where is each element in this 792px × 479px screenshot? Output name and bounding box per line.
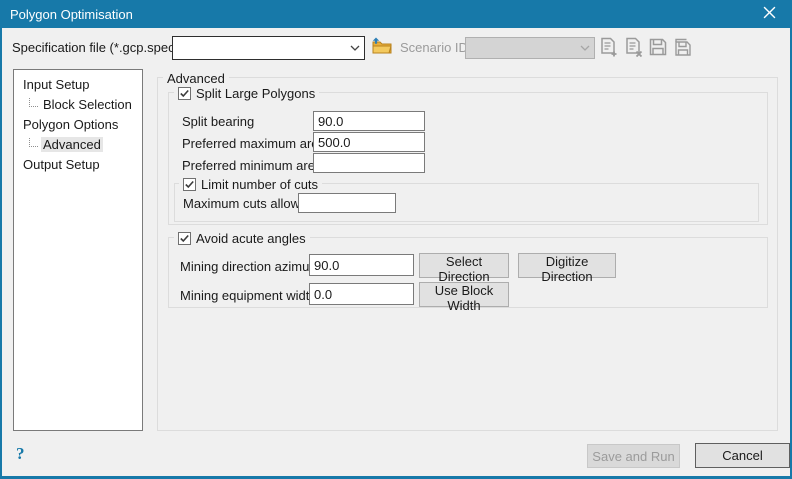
- spec-file-combobox[interactable]: [172, 36, 365, 60]
- chevron-down-icon: [346, 45, 364, 51]
- use-block-width-button[interactable]: Use Block Width: [419, 282, 509, 307]
- split-large-polygons-label: Split Large Polygons: [196, 86, 315, 101]
- mining-equipment-width-input[interactable]: [309, 283, 414, 305]
- mining-direction-azimuth-input[interactable]: [309, 254, 414, 276]
- save-and-run-button[interactable]: Save and Run: [587, 444, 680, 468]
- new-scenario-icon: [600, 37, 618, 60]
- select-direction-button[interactable]: Select Direction: [419, 253, 509, 278]
- delete-scenario-button[interactable]: [624, 37, 644, 59]
- cancel-button[interactable]: Cancel: [695, 443, 790, 468]
- help-icon[interactable]: ?: [16, 444, 25, 464]
- chevron-down-icon: [576, 45, 594, 51]
- save-scenario-button[interactable]: [648, 38, 668, 58]
- split-large-polygons-checkbox[interactable]: [178, 87, 191, 100]
- avoid-acute-angles-checkbox[interactable]: [178, 232, 191, 245]
- open-folder-button[interactable]: [370, 37, 394, 58]
- tree-item-polygon-options[interactable]: Polygon Options: [14, 115, 142, 135]
- maximum-cuts-allowed-input[interactable]: [298, 193, 396, 213]
- limit-number-of-cuts-checkbox[interactable]: [183, 178, 196, 191]
- tree-item-input-setup[interactable]: Input Setup: [14, 75, 142, 95]
- scenario-id-label: Scenario ID: [400, 40, 468, 55]
- preferred-minimum-area-label: Preferred minimum area: [182, 158, 322, 173]
- tree-item-output-setup[interactable]: Output Setup: [14, 155, 142, 175]
- tree-branch-icon: [29, 98, 38, 107]
- mining-equipment-width-label: Mining equipment width: [180, 288, 317, 303]
- maximum-cuts-allowed-label: Maximum cuts allowed: [183, 196, 315, 211]
- tree-item-advanced[interactable]: Advanced: [14, 135, 142, 155]
- new-scenario-button[interactable]: [599, 37, 619, 59]
- close-icon: [763, 6, 776, 22]
- panel-title: Advanced: [163, 70, 229, 86]
- split-bearing-label: Split bearing: [182, 114, 254, 129]
- save-scenario-copy-icon: [672, 38, 692, 59]
- tree-item-block-selection[interactable]: Block Selection: [14, 95, 142, 115]
- settings-tree: Input Setup Block Selection Polygon Opti…: [13, 69, 143, 431]
- limit-number-of-cuts-label: Limit number of cuts: [201, 177, 318, 192]
- preferred-maximum-area-label: Preferred maximum area: [182, 136, 326, 151]
- titlebar: Polygon Optimisation: [0, 0, 792, 28]
- digitize-direction-button[interactable]: Digitize Direction: [518, 253, 616, 278]
- tree-branch-icon: [29, 138, 38, 147]
- scenario-id-combobox[interactable]: [465, 37, 595, 59]
- delete-scenario-icon: [625, 37, 643, 60]
- polygon-optimisation-dialog: Polygon Optimisation Specification file …: [0, 0, 792, 479]
- open-folder-icon: [371, 37, 393, 58]
- split-bearing-input[interactable]: [313, 111, 425, 131]
- close-button[interactable]: [746, 0, 792, 28]
- save-scenario-icon: [649, 38, 667, 59]
- save-scenario-copy-button[interactable]: [671, 38, 693, 58]
- preferred-maximum-area-input[interactable]: [313, 132, 425, 152]
- window-title: Polygon Optimisation: [10, 7, 133, 22]
- avoid-acute-angles-label: Avoid acute angles: [196, 231, 306, 246]
- mining-direction-azimuth-label: Mining direction azimuth: [180, 259, 320, 274]
- spec-file-label: Specification file (*.gcp.spec): [12, 40, 179, 55]
- preferred-minimum-area-input[interactable]: [313, 153, 425, 173]
